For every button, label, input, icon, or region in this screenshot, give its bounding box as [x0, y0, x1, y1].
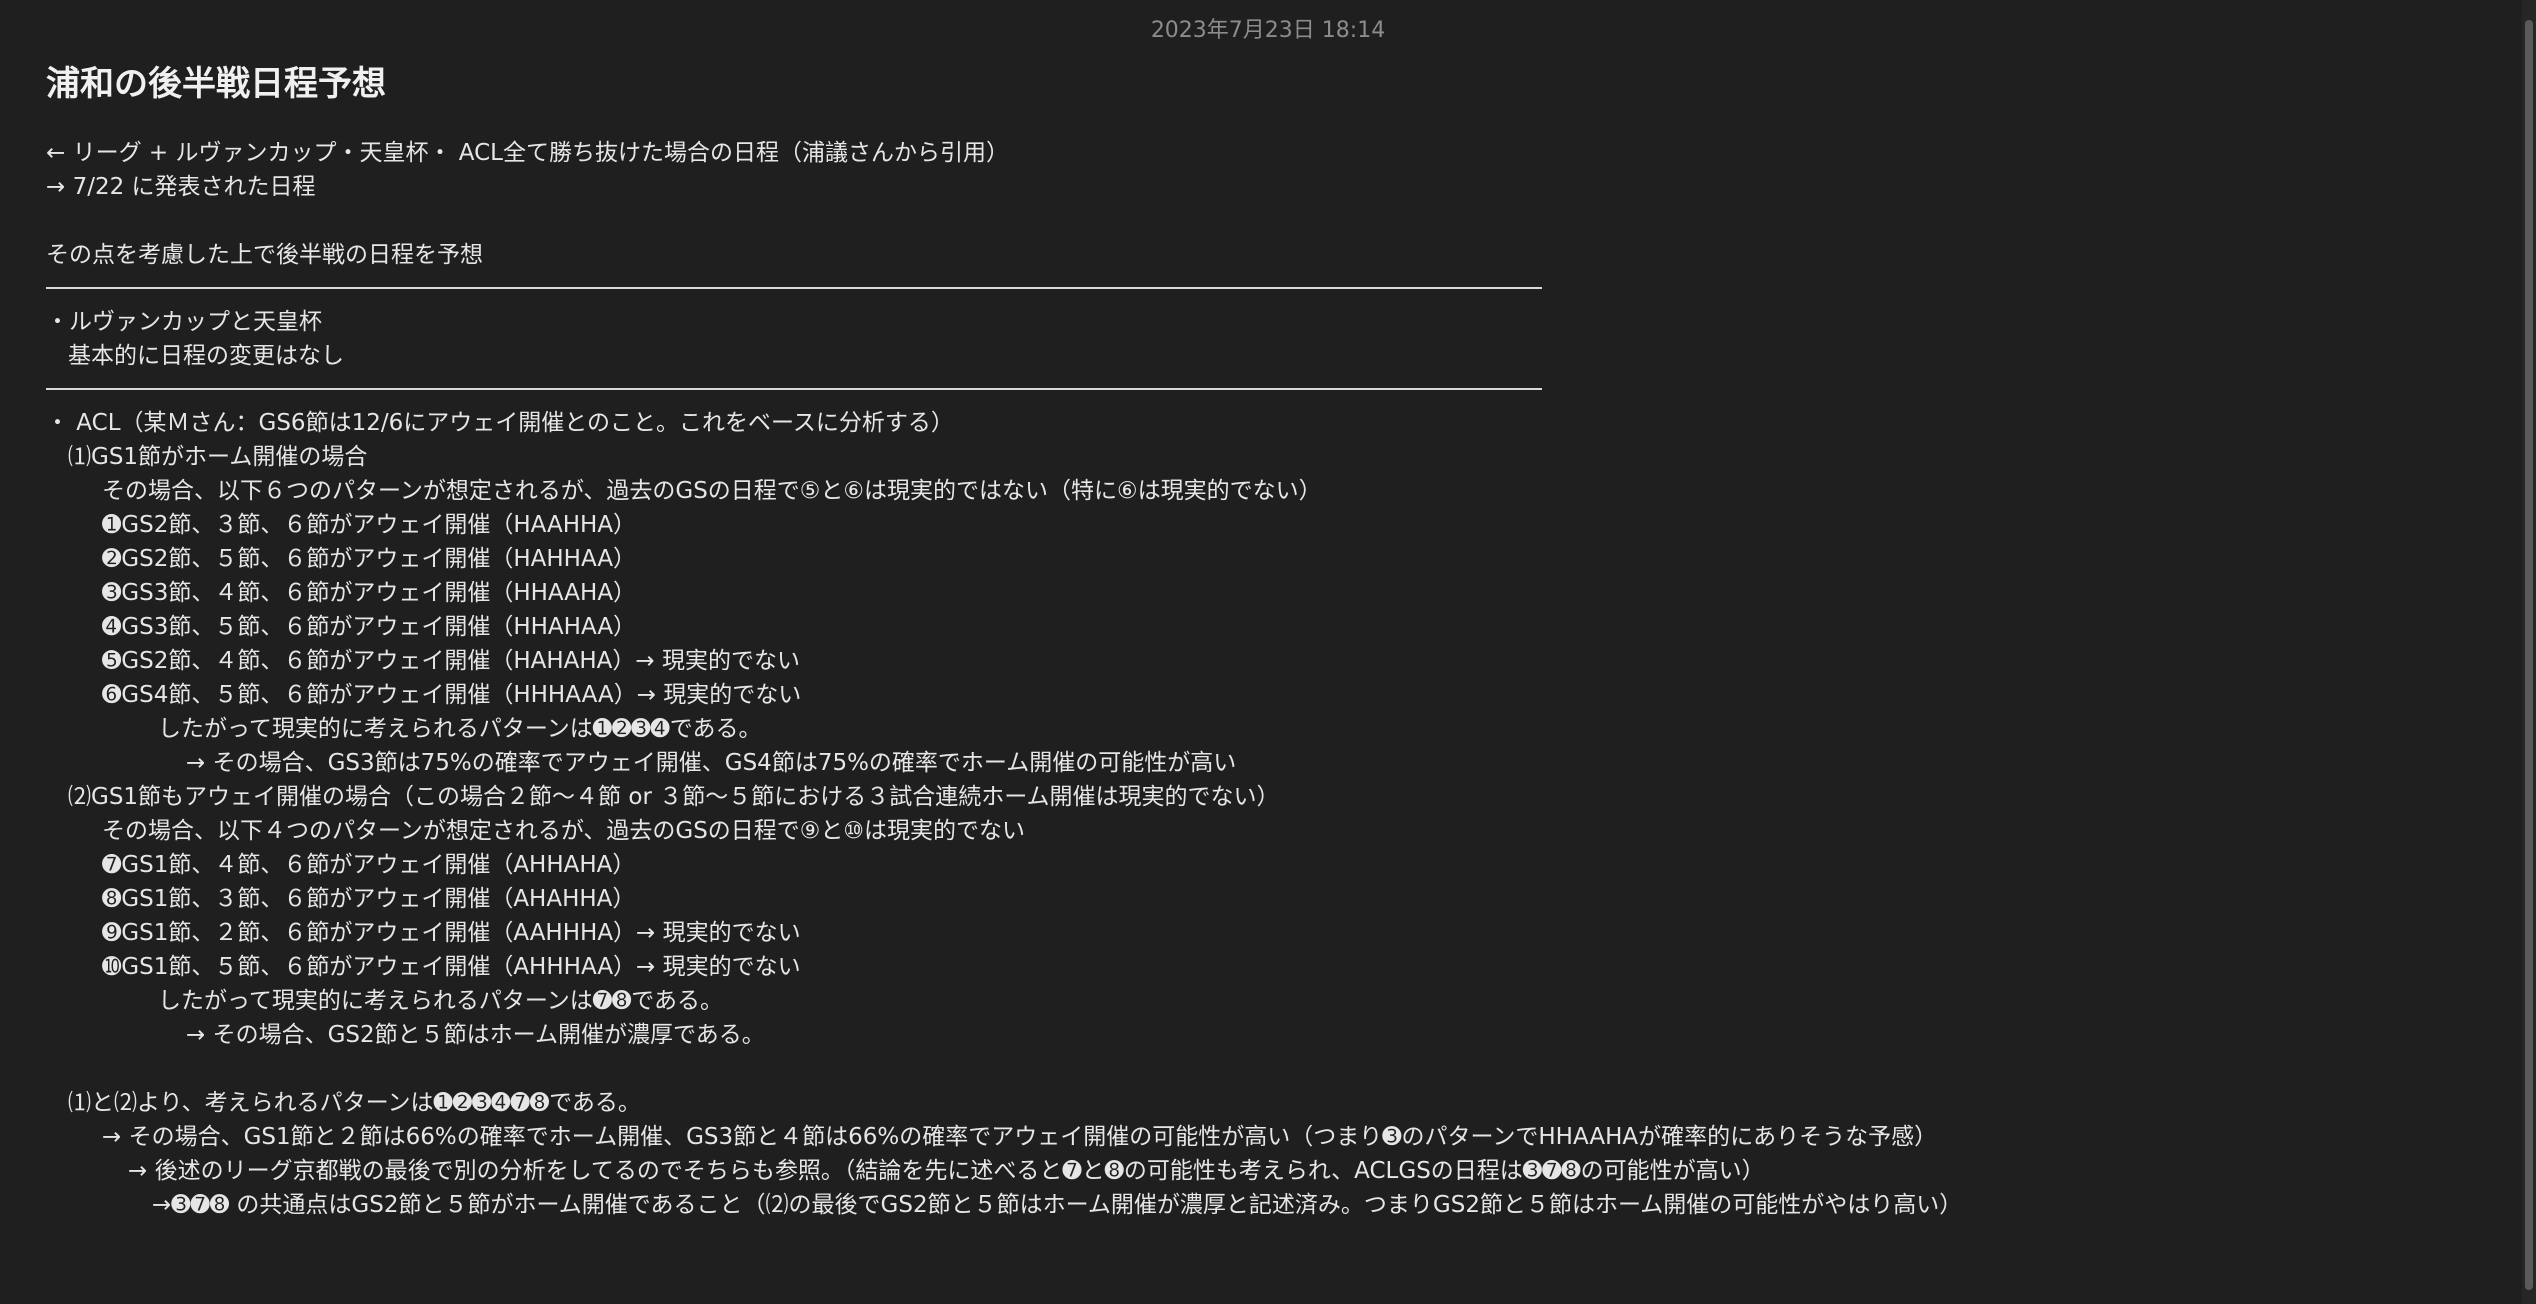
note-line: ・ルヴァンカップと天皇杯	[46, 309, 322, 335]
note-line: その点を考慮した上で後半戦の日程を予想	[46, 242, 483, 268]
note-line: ⑴GS1節がホーム開催の場合	[68, 444, 368, 470]
note-line: → その場合、GS3節は75%の確率でアウェイ開催、GS4節は75%の確率でホー…	[186, 750, 1237, 776]
scrollbar-thumb[interactable]	[2525, 20, 2533, 1290]
pattern-line: ➊GS2節、３節、６節がアウェイ開催（HAAHHA）	[102, 512, 637, 538]
note-line: ・ ACL（某Ｍさん：GS6節は12/6にアウェイ開催とのこと。これをベースに分…	[46, 410, 954, 436]
pattern-line: ➓GS1節、５節、６節がアウェイ開催（AHHHAA）→ 現実的でない	[102, 954, 801, 980]
note-timestamp: 2023年7月23日 18:14	[1150, 18, 1386, 43]
note-line: →➌➐➑ の共通点はGS2節と５節がホーム開催であること（⑵の最後でGS2節と５…	[152, 1192, 1963, 1218]
note-line: その場合、以下４つのパターンが想定されるが、過去のGSの日程で⑨と⑩は現実的でな…	[102, 818, 1026, 844]
pattern-line: ➍GS3節、５節、６節がアウェイ開催（HHAHAA）	[102, 614, 637, 640]
note-line: ⑵GS1節もアウェイ開催の場合（この場合２節〜４節 or ３節〜５節における３試…	[68, 784, 1280, 810]
note-line: → その場合、GS1節と２節は66%の確率でホーム開催、GS3節と４節は66%の…	[102, 1124, 1938, 1150]
divider	[46, 287, 1542, 289]
note-line: その場合、以下６つのパターンが想定されるが、過去のGSの日程で⑤と⑥は現実的では…	[102, 478, 1322, 504]
pattern-line: ➋GS2節、５節、６節がアウェイ開催（HAHHAA）	[102, 546, 637, 572]
pattern-line: ➏GS4節、５節、６節がアウェイ開催（HHHAAA）→ 現実的でない	[102, 682, 802, 708]
note-line: 基本的に日程の変更はなし	[68, 343, 344, 369]
note-line: → 7/22 に発表された日程	[46, 174, 316, 200]
note-title: 浦和の後半戦日程予想	[46, 64, 386, 104]
divider	[46, 388, 1542, 390]
pattern-line: ➐GS1節、４節、６節がアウェイ開催（AHHAHA）	[102, 852, 636, 878]
note-line: ← リーグ + ルヴァンカップ・天皇杯・ ACL全て勝ち抜けた場合の日程（浦議さ…	[46, 140, 1009, 166]
note-line: したがって現実的に考えられるパターンは➊➋➌➍である。	[158, 716, 762, 742]
note-line: → 後述のリーグ京都戦の最後で別の分析をしてるのでそちらも参照。（結論を先に述べ…	[128, 1158, 1765, 1184]
scrollbar[interactable]	[2522, 0, 2536, 1304]
note-line: ⑴と⑵より、考えられるパターンは➊➋➌➍➐➑である。	[68, 1090, 641, 1116]
note-body[interactable]: 浦和の後半戦日程予想 ← リーグ + ルヴァンカップ・天皇杯・ ACL全て勝ち抜…	[46, 60, 2466, 1222]
note-line: したがって現実的に考えられるパターンは➐➑である。	[158, 988, 724, 1014]
pattern-line: ➑GS1節、３節、６節がアウェイ開催（AHAHHA）	[102, 886, 636, 912]
pattern-line: ➒GS1節、２節、６節がアウェイ開催（AAHHHA）→ 現実的でない	[102, 920, 801, 946]
pattern-line: ➎GS2節、４節、６節がアウェイ開催（HAHAHA）→ 現実的でない	[102, 648, 800, 674]
pattern-line: ➌GS3節、４節、６節がアウェイ開催（HHAAHA）	[102, 580, 637, 606]
note-line: → その場合、GS2節と５節はホーム開催が濃厚である。	[186, 1022, 765, 1048]
